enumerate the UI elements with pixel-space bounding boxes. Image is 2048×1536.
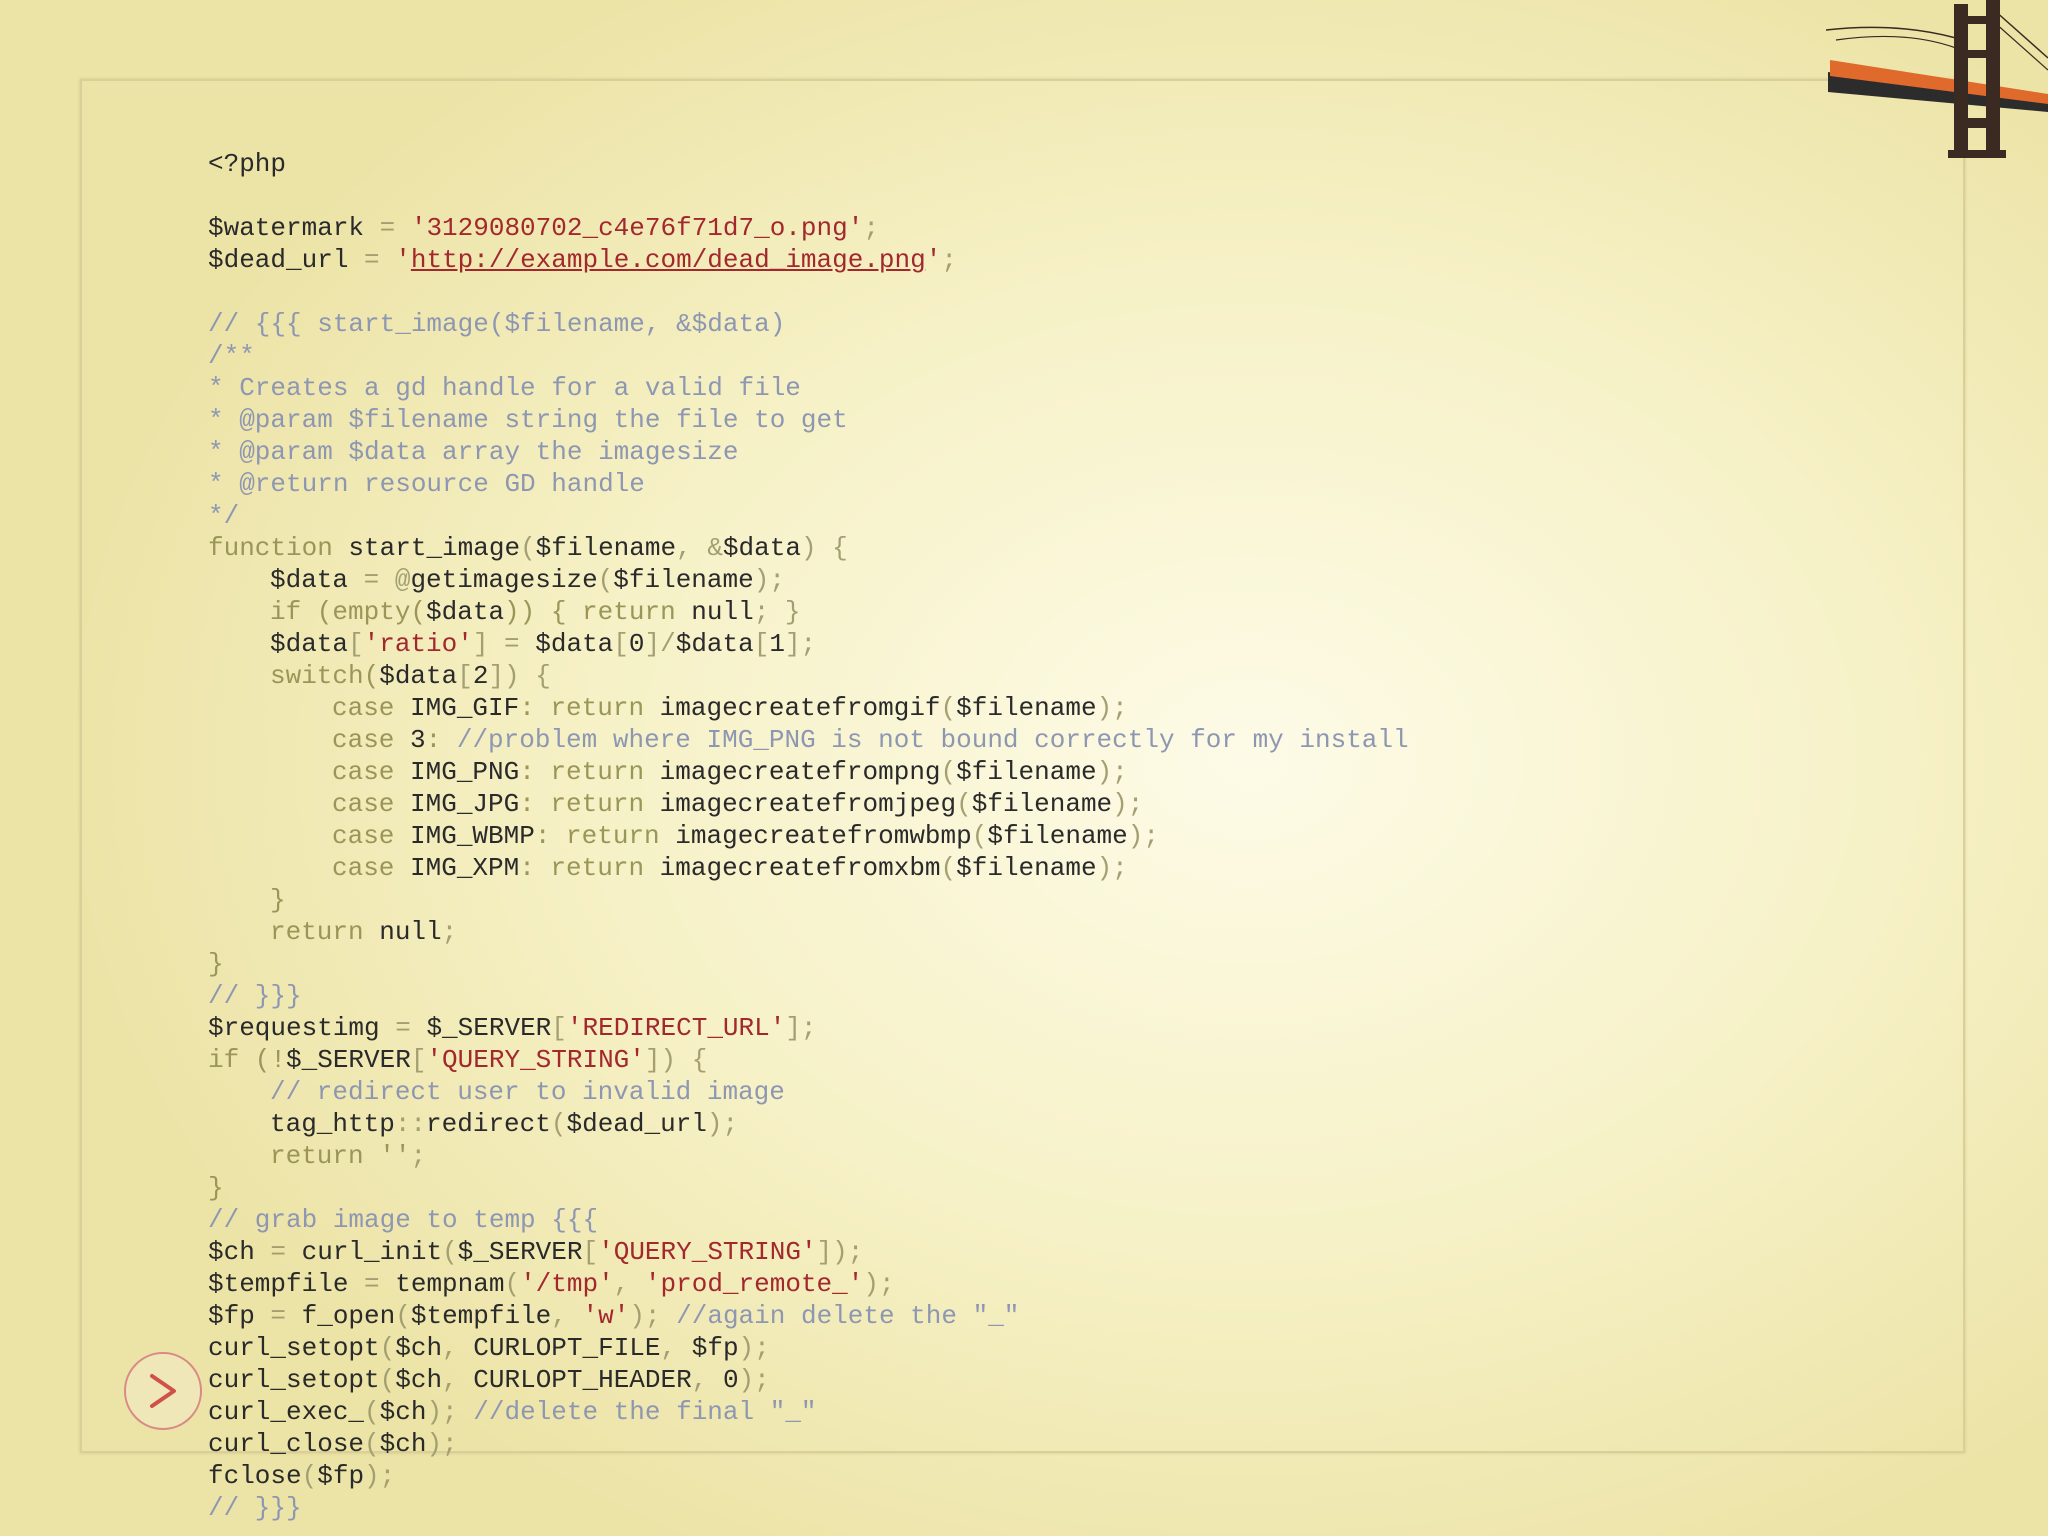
- code-line: if (!$_SERVER['QUERY_STRING']) {: [208, 1045, 708, 1075]
- code-line: $fp = f_open($tempfile, 'w'); //again de…: [208, 1301, 1020, 1331]
- code-line: curl_exec_($ch); //delete the final "_": [208, 1397, 817, 1427]
- code-line: case 3: //problem where IMG_PNG is not b…: [332, 725, 1409, 755]
- code-line: }: [208, 1173, 224, 1203]
- comment-line: // {{{ start_image($filename, &$data): [208, 309, 786, 339]
- comment-line: * @param $data array the imagesize: [208, 437, 739, 467]
- code-line: <?php: [208, 149, 287, 179]
- comment-line: * @param $filename string the file to ge…: [208, 405, 848, 435]
- code-line: return null;: [270, 917, 458, 947]
- code-line: $watermark = '3129080702_c4e76f71d7_o.pn…: [208, 213, 879, 243]
- code-line: curl_close($ch);: [208, 1429, 458, 1459]
- code-line: $ch = curl_init($_SERVER['QUERY_STRING']…: [208, 1237, 864, 1267]
- golden-gate-bridge-icon: [1826, 0, 2048, 158]
- comment-line: * @return resource GD handle: [208, 469, 645, 499]
- code-line: case IMG_PNG: return imagecreatefrompng(…: [332, 757, 1128, 787]
- comment-line: */: [208, 501, 240, 531]
- code-line: $data['ratio'] = $data[0]/$data[1];: [270, 629, 817, 659]
- code-line: $data = @getimagesize($filename);: [270, 565, 785, 595]
- code-line: fclose($fp);: [208, 1461, 396, 1491]
- code-line: tag_http::redirect($dead_url);: [270, 1109, 739, 1139]
- comment-line: // }}}: [208, 981, 302, 1011]
- code-line: return '';: [270, 1141, 427, 1171]
- code-line: $dead_url = 'http://example.com/dead_ima…: [208, 245, 957, 275]
- code-line: case IMG_GIF: return imagecreatefromgif(…: [332, 693, 1128, 723]
- code-line: switch($data[2]) {: [270, 661, 551, 691]
- code-line: if (empty($data)) { return null; }: [270, 597, 801, 627]
- next-slide-button[interactable]: [124, 1352, 202, 1430]
- code-line: }: [270, 885, 286, 915]
- next-arrow-icon: [150, 1374, 176, 1408]
- code-line: case IMG_JPG: return imagecreatefromjpeg…: [332, 789, 1144, 819]
- comment-line: * Creates a gd handle for a valid file: [208, 373, 801, 403]
- comment-line: // redirect user to invalid image: [270, 1077, 785, 1107]
- code-line: curl_setopt($ch, CURLOPT_HEADER, 0);: [208, 1365, 770, 1395]
- code-line: case IMG_XPM: return imagecreatefromxbm(…: [332, 853, 1128, 883]
- code-line: function start_image($filename, &$data) …: [208, 533, 848, 563]
- comment-line: // }}}: [208, 1493, 302, 1523]
- code-line: $requestimg = $_SERVER['REDIRECT_URL'];: [208, 1013, 817, 1043]
- code-line: }: [208, 949, 224, 979]
- code-line: curl_setopt($ch, CURLOPT_FILE, $fp);: [208, 1333, 770, 1363]
- code-line: $tempfile = tempnam('/tmp', 'prod_remote…: [208, 1269, 895, 1299]
- dead-url-link[interactable]: http://example.com/dead_image.png: [411, 245, 926, 275]
- code-block: <?php $watermark = '3129080702_c4e76f71d7…: [208, 148, 1409, 1524]
- comment-line: /**: [208, 341, 255, 371]
- code-line: case IMG_WBMP: return imagecreatefromwbm…: [332, 821, 1159, 851]
- comment-line: // grab image to temp {{{: [208, 1205, 599, 1235]
